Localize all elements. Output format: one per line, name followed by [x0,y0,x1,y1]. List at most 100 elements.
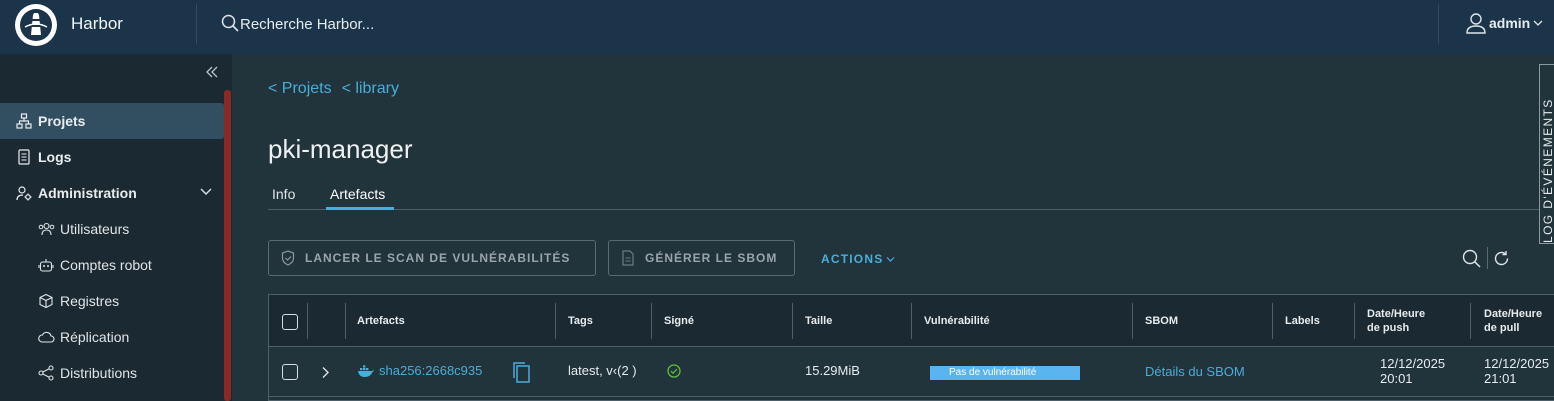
event-log-label: LOG D'ÉVÉNEMENTS [1541,98,1554,243]
projects-icon [16,113,32,129]
scan-button-label: LANCER LE SCAN DE VULNÉRABILITÉS [305,251,571,265]
shield-icon [281,250,295,266]
copy-icon[interactable] [511,361,531,383]
sidebar-item-distributions[interactable]: Distributions [0,355,224,391]
double-chevron-left-icon [206,66,218,78]
chevron-down-icon [200,188,212,195]
breadcrumb-library[interactable]: < library [342,80,399,98]
tabs-divider [268,209,1544,210]
page-title: pki-manager [268,134,413,164]
admin-icon [16,186,32,201]
logs-icon [18,149,30,165]
header-divider [196,4,197,44]
user-icon [1466,13,1486,34]
column-separator [651,303,652,339]
sidebar-item-label: Comptes robot [60,257,152,273]
column-header-taille[interactable]: Taille [805,314,832,328]
document-icon [622,250,634,266]
lighthouse-icon [20,9,52,41]
scan-vulnerabilities-button[interactable]: LANCER LE SCAN DE VULNÉRABILITÉS [268,240,596,276]
sbom-button-label: GÉNÉRER LE SBOM [645,251,778,265]
chevron-down-icon [1533,20,1543,26]
column-header-pull-time[interactable]: Date/Heure de pull [1484,307,1542,335]
select-all-checkbox[interactable] [282,314,298,330]
global-search-input[interactable] [240,13,540,35]
sidebar-item-utilisateurs[interactable]: Utilisateurs [0,211,224,247]
sidebar-item-logs[interactable]: Logs [0,139,224,175]
column-header-labels[interactable]: Labels [1285,314,1320,328]
sidebar-item-label: Registres [60,293,120,309]
sidebar-item-label: Utilisateurs [60,221,130,237]
sidebar-item-replication[interactable]: Réplication [0,319,224,355]
column-separator [555,303,556,339]
column-header-line: de pull [1484,322,1520,334]
column-header-line: Date/Heure [1484,308,1543,320]
header-divider [1438,4,1439,44]
collapse-sidebar-button[interactable] [205,65,219,79]
column-header-line: Date/Heure [1367,308,1426,320]
column-separator [345,303,346,339]
toolbar-divider [1487,247,1488,269]
artifacts-table: Artefacts Tags Signé Taille Vulnérabilit… [268,294,1554,401]
column-header-line: de push [1367,322,1410,334]
users-icon [38,222,55,236]
sidebar-item-projets[interactable]: Projets [0,103,224,139]
sidebar-item-comptes-robot[interactable]: Comptes robot [0,247,224,283]
sidebar: Projets Logs Administration Utilisateurs… [0,54,232,401]
column-header-signe[interactable]: Signé [664,314,694,328]
docker-icon [358,365,374,377]
table-row[interactable]: sha256:2668c935 latest, v‹(2 ) 15.29MiB … [269,347,1554,397]
column-header-push-time[interactable]: Date/Heure de push [1367,307,1425,335]
sidebar-item-label: Distributions [60,365,138,381]
user-name: admin [1489,15,1531,31]
artifact-digest-link[interactable]: sha256:2668c935 [379,363,482,378]
refresh-icon[interactable] [1493,250,1510,267]
sbom-details-link[interactable]: Détails du SBOM [1145,364,1245,379]
sidebar-scrollbar[interactable] [224,90,231,401]
column-separator [307,303,308,339]
share-icon [38,365,54,381]
check-circle-icon [667,364,681,378]
column-separator [1132,303,1133,339]
generate-sbom-button[interactable]: GÉNÉRER LE SBOM [608,240,795,276]
breadcrumb: < Projets < library [268,80,399,98]
column-header-sbom[interactable]: SBOM [1145,314,1178,328]
sidebar-item-registres[interactable]: Registres [0,283,224,319]
tab-info[interactable]: Info [272,186,295,202]
robot-icon [38,259,54,272]
user-menu[interactable]: admin [1466,12,1543,34]
sidebar-item-administration[interactable]: Administration [0,175,224,211]
pull-hour: 21:01 [1484,371,1517,386]
search-icon[interactable] [1462,249,1481,268]
app-name[interactable]: Harbor [71,14,123,34]
push-time: 12/12/2025 20:01 [1380,356,1445,386]
event-log-tab[interactable]: LOG D'ÉVÉNEMENTS [1539,64,1554,244]
artifact-size: 15.29MiB [805,363,860,378]
column-header-artefacts[interactable]: Artefacts [357,314,405,328]
column-separator [911,303,912,339]
search-icon[interactable] [221,14,239,32]
box-icon [39,293,53,309]
chevron-down-icon [886,256,895,262]
table-header: Artefacts Tags Signé Taille Vulnérabilit… [269,295,1554,347]
row-checkbox[interactable] [282,364,298,380]
column-separator [1470,303,1471,339]
push-date: 12/12/2025 [1380,356,1446,371]
pull-time: 12/12/2025 21:01 [1484,356,1549,386]
sidebar-item-label: Logs [38,149,72,165]
sidebar-item-label: Projets [38,113,86,129]
actions-dropdown[interactable]: ACTIONS [821,252,895,266]
column-separator [792,303,793,339]
harbor-logo[interactable] [15,4,57,46]
sidebar-item-label: Réplication [60,329,130,345]
push-hour: 20:01 [1380,371,1413,386]
column-header-vulnerabilite[interactable]: Vulnérabilité [924,314,990,328]
cloud-icon [38,331,55,343]
active-tab-indicator [326,207,394,210]
chevron-right-icon[interactable] [321,366,331,379]
vulnerability-badge[interactable]: Pas de vulnérabilité [930,366,1080,380]
breadcrumb-projets[interactable]: < Projets [268,80,332,98]
actions-label: ACTIONS [821,252,884,266]
tab-artefacts[interactable]: Artefacts [330,186,385,202]
column-header-tags[interactable]: Tags [568,314,593,328]
